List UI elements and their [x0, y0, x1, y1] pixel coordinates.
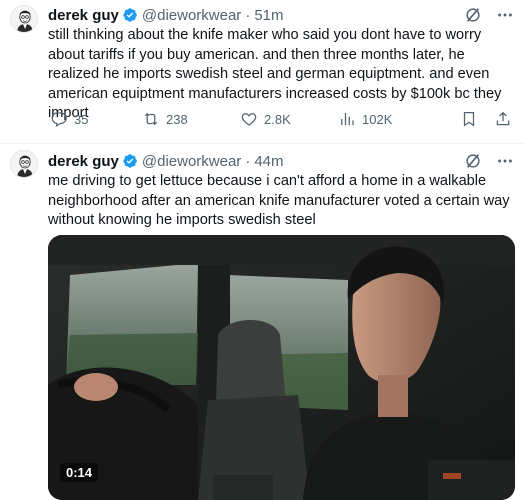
like-icon	[241, 113, 257, 126]
more-icon[interactable]	[496, 6, 514, 24]
like-button[interactable]: 2.8K	[240, 110, 338, 128]
repost-icon	[144, 112, 158, 126]
more-icon[interactable]	[496, 152, 514, 170]
bookmark-icon	[463, 111, 475, 127]
views-icon	[341, 113, 354, 125]
tweet-header: derek guy @dieworkwear · 51m	[48, 5, 514, 25]
avatar[interactable]	[10, 150, 38, 178]
tweet-text: me driving to get lettuce because i can'…	[48, 173, 510, 228]
reply-count: 35	[74, 111, 89, 127]
timestamp[interactable]: 51m	[254, 7, 283, 24]
bookmark-button[interactable]	[460, 110, 478, 128]
tweet-header: derek guy @dieworkwear · 44m	[48, 151, 514, 171]
views-count: 102K	[362, 111, 393, 127]
share-button[interactable]	[494, 110, 512, 128]
separator-dot: ·	[245, 152, 251, 170]
grok-icon[interactable]	[464, 6, 482, 24]
author-name[interactable]: derek guy	[48, 7, 119, 24]
tweet[interactable]: derek guy @dieworkwear · 51m still think…	[0, 0, 524, 144]
grok-icon[interactable]	[464, 152, 482, 170]
tweet[interactable]: derek guy @dieworkwear · 44m me driving …	[0, 145, 524, 500]
video-frame	[48, 235, 515, 500]
tweet-actions: 35 238 2.8K 102K	[50, 108, 512, 130]
video-player[interactable]: 0:14	[48, 235, 515, 500]
video-duration: 0:14	[60, 463, 99, 482]
reply-icon	[51, 112, 67, 127]
timestamp[interactable]: 44m	[254, 153, 283, 170]
author-name[interactable]: derek guy	[48, 153, 119, 170]
avatar[interactable]	[10, 5, 38, 33]
views-button[interactable]: 102K	[338, 110, 448, 128]
repost-button[interactable]: 238	[142, 110, 240, 128]
avatar-illustration	[11, 6, 37, 32]
verified-badge-icon	[122, 153, 138, 169]
reply-button[interactable]: 35	[50, 110, 142, 128]
separator-dot: ·	[245, 6, 251, 24]
like-count: 2.8K	[264, 111, 291, 127]
repost-count: 238	[166, 111, 188, 127]
verified-badge-icon	[122, 7, 138, 23]
author-handle[interactable]: @dieworkwear	[142, 7, 241, 24]
share-icon	[496, 111, 510, 126]
avatar-illustration	[11, 151, 37, 177]
author-handle[interactable]: @dieworkwear	[142, 153, 241, 170]
